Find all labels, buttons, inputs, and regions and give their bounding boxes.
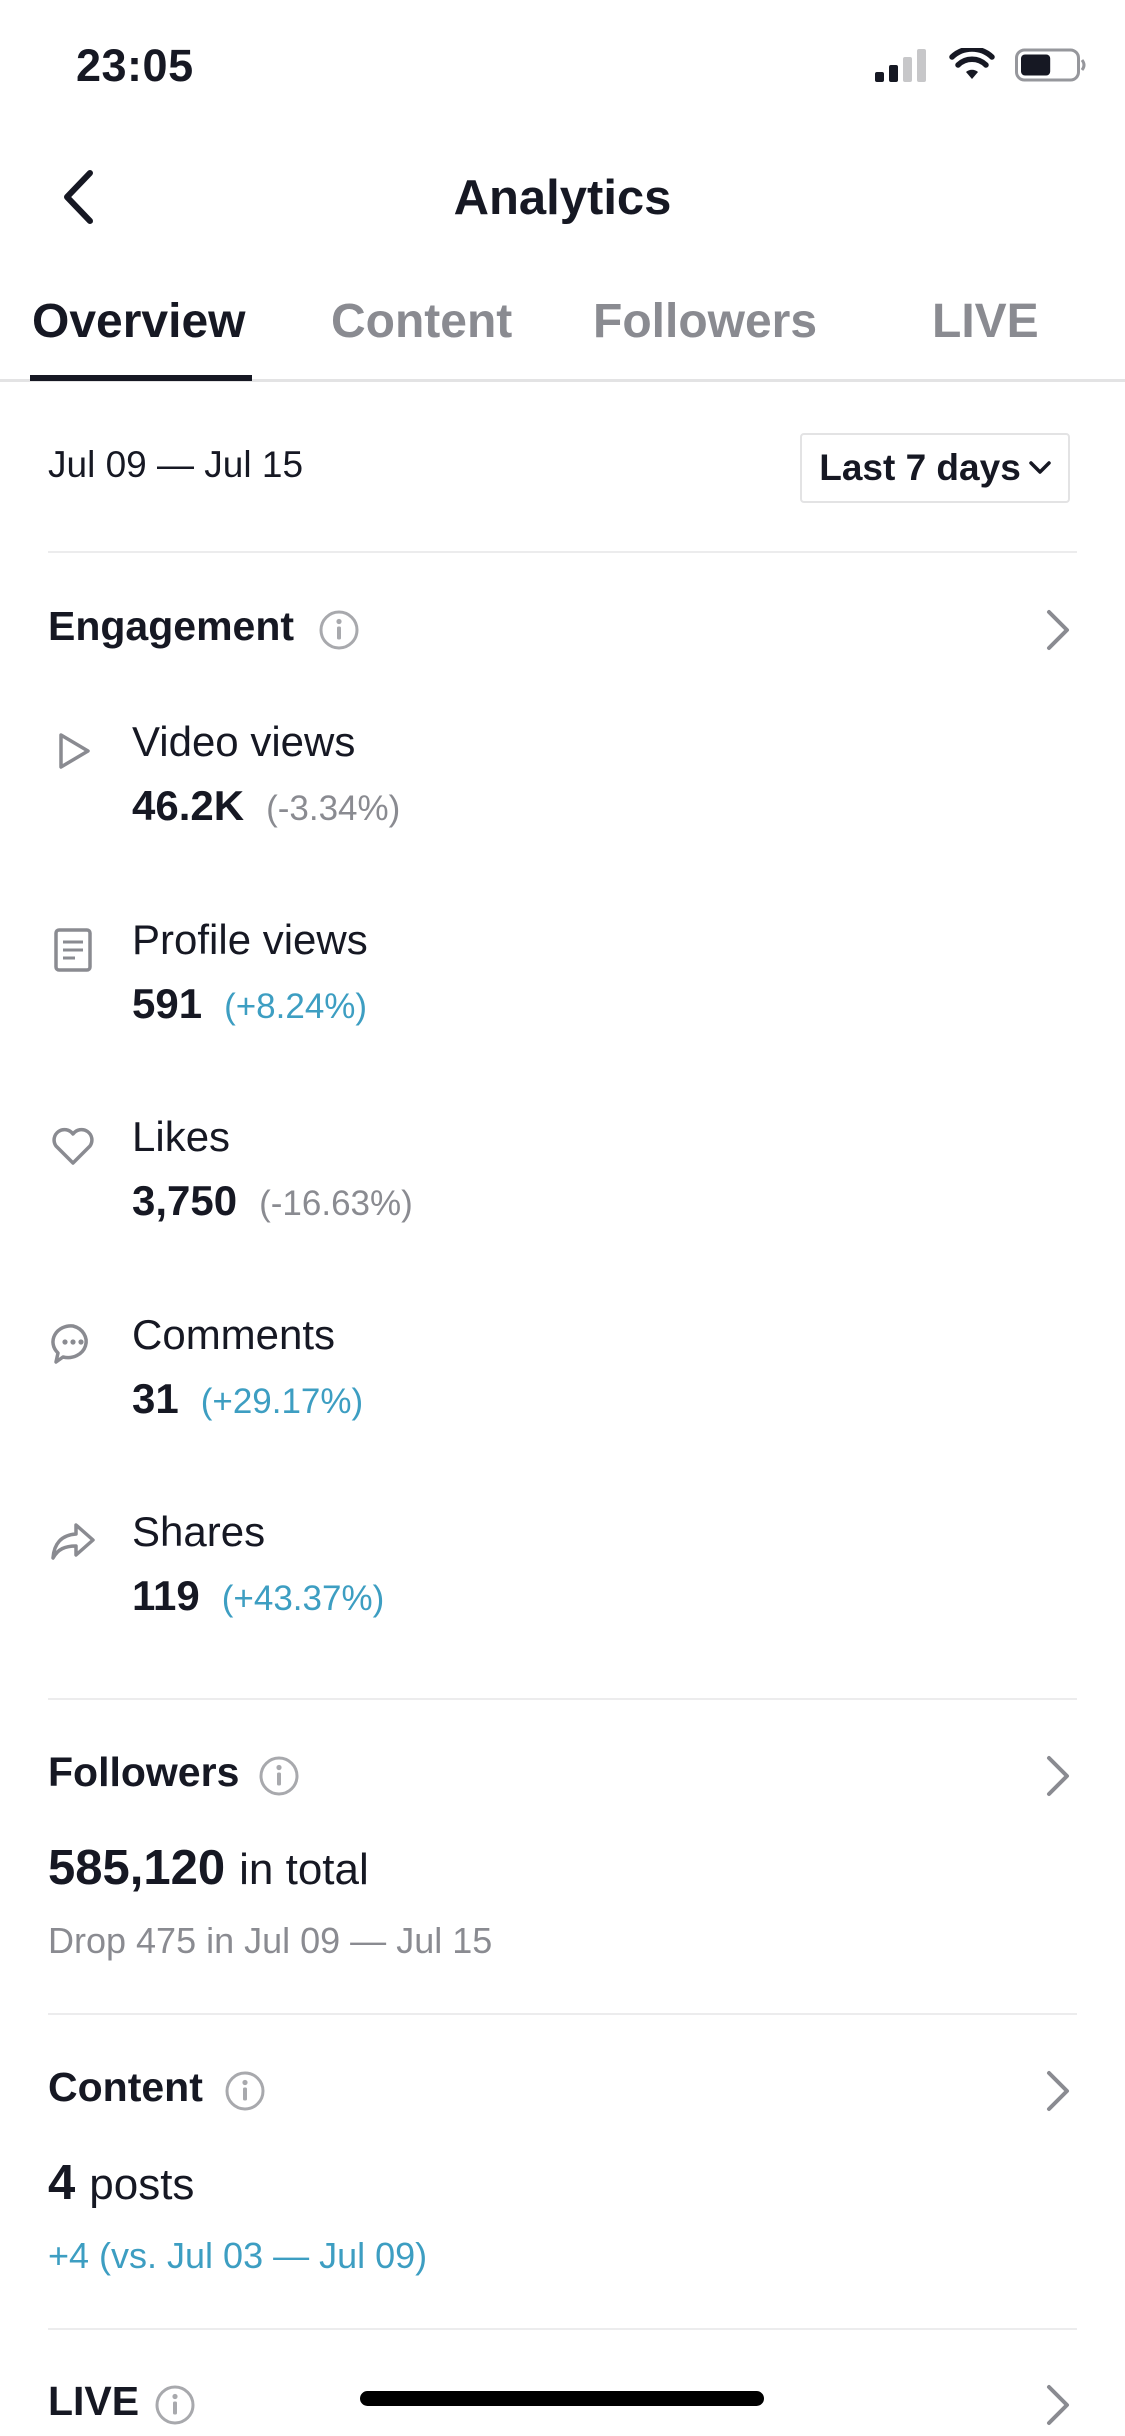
cellular-signal-icon bbox=[875, 49, 926, 82]
metric-label: Likes bbox=[132, 1113, 231, 1160]
metric-value-row: 46.2K (-3.34%) bbox=[132, 782, 400, 830]
heart-icon bbox=[52, 1127, 94, 1165]
comment-icon bbox=[51, 1324, 88, 1364]
content-title: Content bbox=[48, 2064, 203, 2110]
metric-value-row: 31 (+29.17%) bbox=[132, 1375, 363, 1423]
metric-shares[interactable]: Shares 119 (+43.37%) bbox=[48, 1508, 1048, 1648]
metric-label: Shares bbox=[132, 1508, 266, 1555]
metric-value-row: 591 (+8.24%) bbox=[132, 980, 367, 1028]
metric-video-views[interactable]: Video views 46.2K (-3.34%) bbox=[48, 718, 1048, 858]
metric-label: Comments bbox=[132, 1311, 336, 1358]
chevron-right-icon bbox=[1047, 2071, 1069, 2111]
info-icon[interactable] bbox=[318, 609, 360, 651]
divider bbox=[48, 1698, 1077, 1700]
document-icon bbox=[54, 928, 92, 972]
metric-likes[interactable]: Likes 3,750 (-16.63%) bbox=[48, 1113, 1048, 1253]
metric-value-row: 3,750 (-16.63%) bbox=[132, 1177, 413, 1225]
metric-value: 591 bbox=[132, 980, 203, 1027]
metric-change: (+8.24%) bbox=[224, 987, 368, 1026]
engagement-header[interactable]: Engagement bbox=[48, 595, 1077, 665]
divider bbox=[48, 2013, 1077, 2015]
content-count-value: 4 bbox=[48, 2156, 76, 2210]
status-bar: 23:05 bbox=[0, 0, 1125, 140]
metric-label: Video views bbox=[132, 718, 356, 765]
followers-total-suffix: in total bbox=[239, 1845, 369, 1894]
nav-bar: Analytics bbox=[0, 140, 1125, 255]
info-icon[interactable] bbox=[224, 2070, 266, 2112]
active-tab-indicator bbox=[30, 375, 252, 381]
followers-note: Drop 475 in Jul 09 — Jul 15 bbox=[48, 1920, 493, 1961]
metric-change: (+29.17%) bbox=[200, 1382, 364, 1421]
period-dropdown[interactable]: Last 7 days bbox=[800, 433, 1070, 503]
info-icon[interactable] bbox=[258, 1755, 300, 1797]
metric-value-row: 119 (+43.37%) bbox=[132, 1572, 384, 1620]
chevron-right-icon bbox=[1047, 610, 1069, 650]
content-note: +4 (vs. Jul 03 — Jul 09) bbox=[48, 2235, 428, 2276]
followers-total-value: 585,120 bbox=[48, 1841, 226, 1895]
metric-profile-views[interactable]: Profile views 591 (+8.24%) bbox=[48, 916, 1048, 1056]
tab-overview[interactable]: Overview bbox=[32, 294, 245, 349]
metric-comments[interactable]: Comments 31 (+29.17%) bbox=[48, 1311, 1048, 1451]
followers-title: Followers bbox=[48, 1749, 240, 1795]
play-icon bbox=[59, 733, 90, 769]
content-header[interactable]: Content bbox=[48, 2056, 1077, 2126]
followers-header[interactable]: Followers bbox=[48, 1741, 1077, 1811]
divider bbox=[48, 551, 1077, 553]
metric-label: Profile views bbox=[132, 916, 368, 963]
content-count-suffix: posts bbox=[89, 2160, 195, 2209]
tab-followers[interactable]: Followers bbox=[593, 294, 817, 349]
info-icon[interactable] bbox=[154, 2384, 196, 2426]
page-title: Analytics bbox=[453, 171, 672, 225]
status-icons bbox=[875, 48, 1087, 82]
live-title: LIVE bbox=[48, 2378, 140, 2424]
metric-change: (+43.37%) bbox=[221, 1579, 385, 1618]
metric-value: 31 bbox=[132, 1375, 179, 1422]
followers-total: 585,120 in total bbox=[48, 1840, 369, 1896]
engagement-title: Engagement bbox=[48, 603, 295, 649]
analytics-screen: 23:05 Analytics Overview Content Followe… bbox=[0, 0, 1125, 2436]
content-count: 4 posts bbox=[48, 2155, 194, 2211]
chevron-right-icon bbox=[1047, 2385, 1069, 2425]
metric-value: 3,750 bbox=[132, 1177, 238, 1224]
tab-content[interactable]: Content bbox=[331, 294, 512, 349]
home-indicator[interactable] bbox=[360, 2391, 764, 2406]
metric-value: 46.2K bbox=[132, 782, 245, 829]
divider bbox=[48, 2328, 1077, 2330]
share-icon bbox=[51, 1523, 95, 1560]
tab-bar: Overview Content Followers LIVE bbox=[0, 272, 1125, 382]
chevron-right-icon bbox=[1047, 1756, 1069, 1796]
chevron-down-icon bbox=[1029, 461, 1051, 474]
metric-change: (-16.63%) bbox=[259, 1184, 413, 1223]
tab-live[interactable]: LIVE bbox=[932, 294, 1039, 349]
battery-icon bbox=[1015, 48, 1086, 82]
period-dropdown-value: Last 7 days bbox=[819, 447, 1021, 488]
wifi-icon bbox=[949, 48, 995, 79]
date-range: Jul 09 — Jul 15 bbox=[48, 444, 304, 485]
metric-value: 119 bbox=[132, 1572, 200, 1619]
status-time: 23:05 bbox=[76, 40, 194, 91]
metric-change: (-3.34%) bbox=[266, 789, 401, 828]
